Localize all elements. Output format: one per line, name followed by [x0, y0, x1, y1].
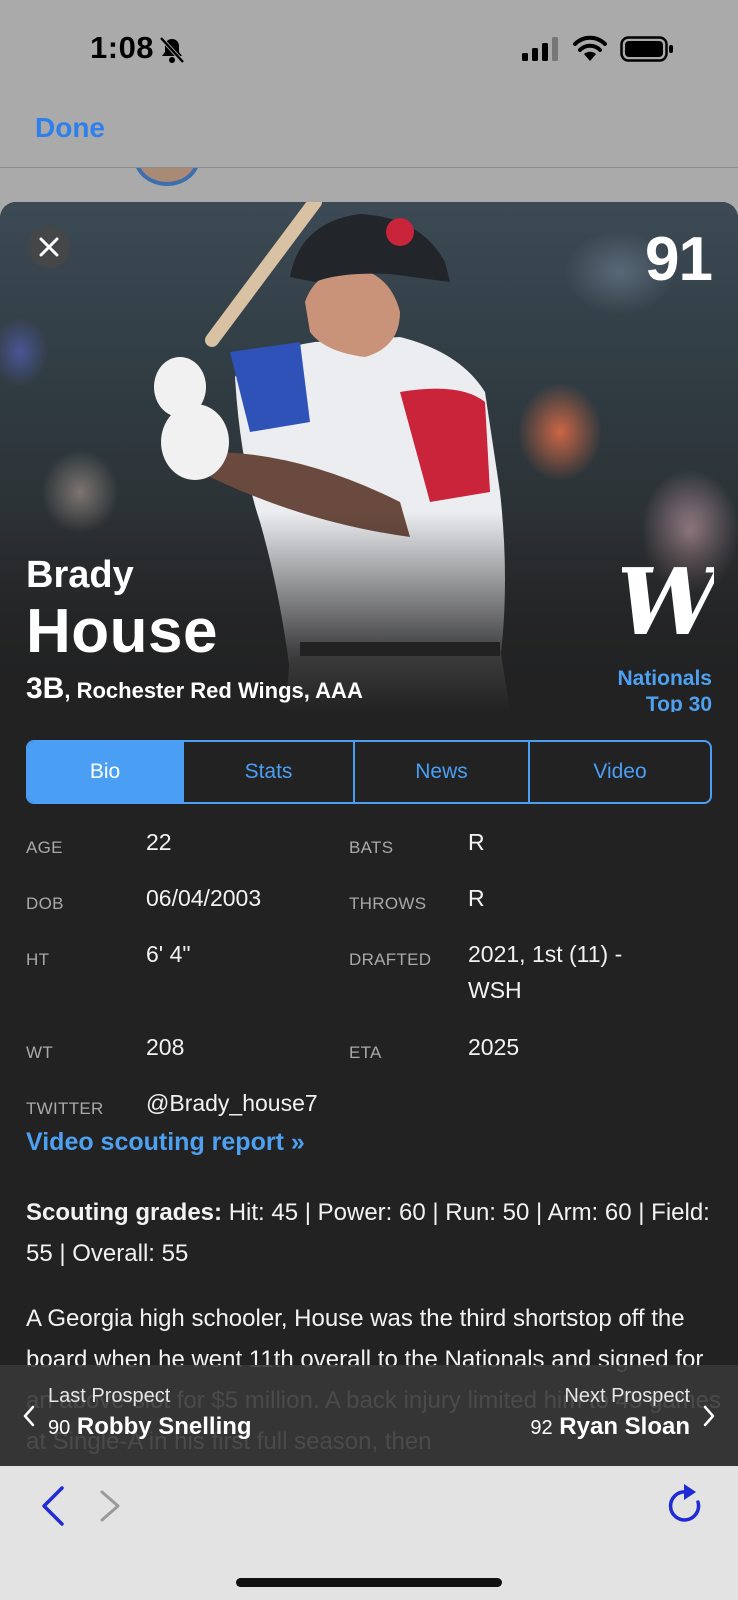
- bio-label-bats: BATS: [349, 838, 394, 857]
- bio-label-drafted: DRAFTED: [349, 950, 432, 969]
- nationals-top30-link[interactable]: Nationals Top 30: [617, 666, 712, 712]
- prospect-nav-bar: Last Prospect 90 Robby Snelling Next Pro…: [0, 1365, 738, 1466]
- previous-prospect-player: Robby Snelling: [76, 1413, 252, 1440]
- bio-label-ht: HT: [26, 950, 50, 969]
- player-last-name: House: [26, 597, 218, 666]
- wifi-icon: [573, 35, 607, 61]
- tab-video[interactable]: Video: [530, 742, 710, 802]
- close-icon: [39, 237, 59, 257]
- status-bar: 1:08: [0, 0, 738, 100]
- nationals-logo-icon: W: [622, 560, 714, 646]
- previous-prospect-button[interactable]: Last Prospect 90 Robby Snelling: [22, 1385, 322, 1447]
- bio-value-dob: 06/04/2003: [146, 885, 262, 911]
- previous-prospect-rank: 90: [48, 1417, 71, 1439]
- next-prospect-button[interactable]: Next Prospect 92 Ryan Sloan: [416, 1385, 716, 1447]
- player-first-name: Brady: [26, 554, 134, 596]
- previous-prospect-name: 90 Robby Snelling: [48, 1413, 252, 1441]
- reload-icon[interactable]: [664, 1482, 708, 1530]
- forward-arrow-icon[interactable]: [96, 1484, 126, 1528]
- bio-value-throws: R: [468, 885, 485, 911]
- next-prospect-name: 92 Ryan Sloan: [530, 1413, 690, 1441]
- close-button[interactable]: [28, 226, 70, 268]
- tab-bio[interactable]: Bio: [28, 742, 184, 802]
- bio-value-twitter[interactable]: @Brady_house7: [146, 1085, 318, 1121]
- next-prospect-rank: 92: [530, 1417, 553, 1439]
- bio-label-throws: THROWS: [349, 894, 427, 913]
- prospect-rank: 91: [645, 225, 713, 294]
- back-arrow-icon[interactable]: [38, 1484, 68, 1528]
- bio-value-wt: 208: [146, 1034, 185, 1060]
- nav-divider: [0, 167, 738, 168]
- bio-value-age: 22: [146, 829, 172, 855]
- bio-value-bats: R: [468, 829, 485, 855]
- battery-icon: [620, 36, 673, 62]
- tab-bar: Bio Stats News Video: [26, 740, 712, 804]
- bio-label-eta: ETA: [349, 1043, 382, 1062]
- bio-label-wt: WT: [26, 1043, 54, 1062]
- chevron-right-icon: [703, 1405, 715, 1427]
- home-indicator: [236, 1578, 502, 1587]
- bio-label-age: AGE: [26, 838, 63, 857]
- next-prospect-player: Ryan Sloan: [559, 1413, 690, 1440]
- scouting-grades-label: Scouting grades:: [26, 1199, 223, 1226]
- chevron-left-icon: [23, 1405, 35, 1427]
- bio-value-drafted: 2021, 1st (11) - WSH: [468, 941, 623, 1003]
- bio-value-eta: 2025: [468, 1034, 520, 1060]
- player-team: , Rochester Red Wings, AAA: [64, 678, 363, 703]
- hero-image: 91 Brady House 3B, Rochester Red Wings, …: [0, 202, 738, 712]
- player-position: 3B: [26, 672, 65, 705]
- position-team-line: 3B, Rochester Red Wings, AAA: [26, 672, 363, 706]
- status-time: 1:08: [90, 30, 155, 65]
- tab-stats[interactable]: Stats: [184, 742, 355, 802]
- team-link-line2: Top 30: [645, 693, 712, 712]
- svg-text:W: W: [622, 560, 714, 646]
- team-link-line1: Nationals: [617, 667, 712, 690]
- bio-value-ht: 6' 4": [146, 941, 191, 967]
- prospect-card: 91 Brady House 3B, Rochester Red Wings, …: [0, 202, 738, 1466]
- done-button[interactable]: Done: [35, 112, 105, 144]
- video-scouting-report-link[interactable]: Video scouting report »: [26, 1128, 305, 1157]
- bell-slash-icon: [159, 36, 185, 64]
- previous-prospect-label: Last Prospect: [48, 1385, 171, 1407]
- bio-label-dob: DOB: [26, 894, 64, 913]
- background-avatar-peek: [0, 168, 738, 186]
- browser-toolbar: [0, 1466, 738, 1600]
- scouting-grades: Scouting grades: Hit: 45 | Power: 60 | R…: [26, 1192, 716, 1274]
- bio-label-twitter: TWITTER: [26, 1099, 104, 1118]
- signal-icon: [522, 37, 558, 61]
- tab-news[interactable]: News: [355, 742, 530, 802]
- next-prospect-label: Next Prospect: [564, 1385, 690, 1407]
